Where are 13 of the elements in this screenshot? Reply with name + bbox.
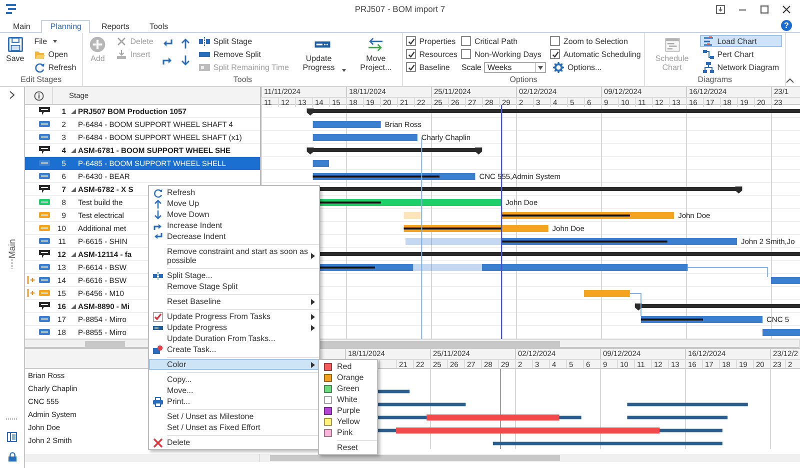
- checkbox-label: Resources: [419, 50, 458, 58]
- checkbox-label: Baseline: [419, 62, 450, 72]
- group-label: Edit Stages: [20, 74, 63, 85]
- checkbox-label: Non-Working Days: [474, 50, 542, 58]
- group-label: Tools: [232, 74, 254, 85]
- group-label: Options: [508, 74, 538, 85]
- group-label: Diagrams: [696, 74, 734, 85]
- scale-label: Scale: [461, 63, 482, 72]
- checkbox-label: Critical Path: [474, 36, 518, 46]
- window-title: PRJ507 - BOM import 7: [354, 4, 446, 14]
- checkbox-label: Automatic Scheduling: [563, 50, 641, 58]
- checkbox-label: Properties: [419, 36, 456, 46]
- checkbox-label: Zoom to Selection: [563, 36, 628, 46]
